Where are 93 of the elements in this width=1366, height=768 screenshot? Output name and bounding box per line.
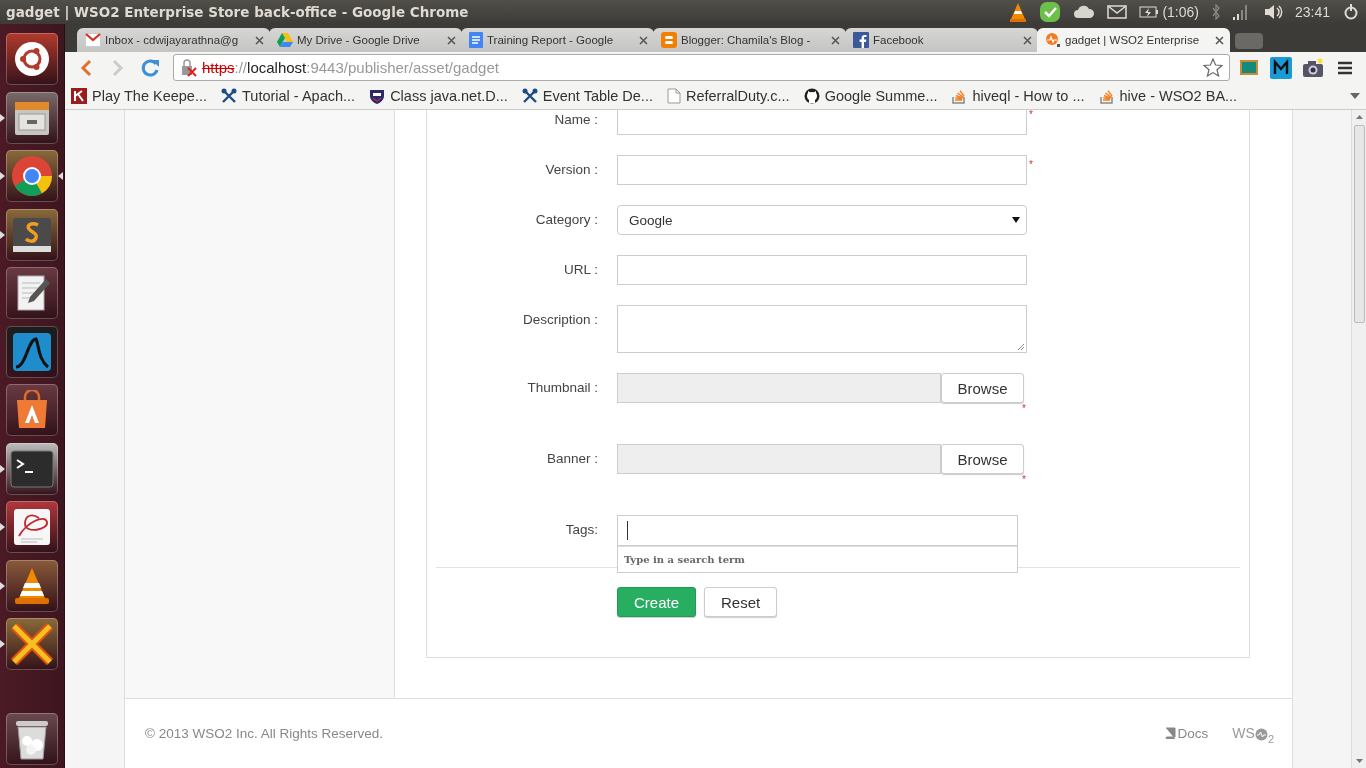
field-label: Tags: xyxy=(564,521,598,539)
bluetooth-icon[interactable] xyxy=(1210,4,1221,20)
browser-tab[interactable]: Blogger: Chamila's Blog - xyxy=(653,28,846,52)
required-mark: * xyxy=(1029,110,1033,120)
text-field[interactable] xyxy=(617,255,1027,285)
close-icon[interactable] xyxy=(639,35,648,45)
chevron-down-icon[interactable] xyxy=(1350,93,1360,99)
browser-tab[interactable]: gadget | WSO2 Enterprise xyxy=(1037,28,1230,52)
scroll-down-icon[interactable] xyxy=(1355,759,1363,763)
insecure-lock-icon xyxy=(180,58,198,77)
close-icon[interactable] xyxy=(1023,35,1032,45)
bookmark-link[interactable]: hiveql - How to ... xyxy=(951,88,1085,104)
field-label: Description : xyxy=(521,311,598,329)
battery-time[interactable]: (1:06) xyxy=(1162,4,1199,20)
stacked-lines-icon xyxy=(1098,88,1115,104)
cross-icon[interactable] xyxy=(10,622,54,667)
browser-tab[interactable]: Inbox - cdwijayarathna@g xyxy=(77,28,270,52)
scroll-thumb[interactable] xyxy=(1353,125,1365,323)
category-dropdown[interactable]: Google xyxy=(617,205,1027,235)
address-bar[interactable]: https://localhost:9443/publisher/asset/gadget xyxy=(173,54,1230,81)
scrollbar[interactable] xyxy=(1351,110,1366,768)
check-icon[interactable] xyxy=(1039,1,1062,23)
browse-button[interactable]: Browse xyxy=(941,444,1024,474)
cat-icon xyxy=(803,88,820,104)
logo-mark-icon xyxy=(1254,728,1268,741)
text-cursor xyxy=(627,521,628,540)
field-label: Name : xyxy=(553,111,598,129)
bookmark-link[interactable]: Google Summe... xyxy=(803,88,938,104)
document-icon xyxy=(469,32,483,48)
close-icon[interactable] xyxy=(447,35,456,45)
bookmark-link[interactable]: hive - WSO2 BA... xyxy=(1098,88,1238,104)
star-icon[interactable] xyxy=(1203,57,1223,78)
bookmark-link[interactable]: ReferralDuty.c... xyxy=(666,88,790,104)
fin-icon[interactable] xyxy=(11,330,53,373)
cloud-icon[interactable] xyxy=(1073,5,1096,19)
browse-button[interactable]: Browse xyxy=(941,373,1024,403)
volume-icon[interactable] xyxy=(1262,4,1283,20)
crossed-tools-icon xyxy=(221,88,237,104)
clock[interactable]: 23:41 xyxy=(1294,4,1330,20)
close-icon[interactable] xyxy=(255,35,264,45)
docs-link[interactable]: Docs xyxy=(1163,725,1209,741)
bookmark-icon xyxy=(71,88,87,104)
browser-tab[interactable]: My Drive - Google Drive xyxy=(269,28,462,52)
window-title: gadget | WSO2 Enterprise Store back-office - Google Chrome xyxy=(6,4,470,20)
stacked-lines-icon xyxy=(951,88,968,104)
reset-button[interactable]: Reset xyxy=(704,587,778,617)
mail-icon xyxy=(85,33,101,47)
back-icon[interactable] xyxy=(80,58,92,77)
scroll-up-icon[interactable] xyxy=(1355,115,1363,119)
shield-icon xyxy=(369,88,386,104)
blog-icon xyxy=(661,32,677,48)
page-icon xyxy=(666,88,681,104)
triangle-icon xyxy=(277,33,293,47)
caret-icon xyxy=(1012,217,1020,223)
field-label: Category : xyxy=(534,211,598,229)
bookmark-link[interactable]: Tutorial - Apach... xyxy=(221,88,356,104)
browser-tab[interactable]: Training Report - Google xyxy=(461,28,654,52)
book-icon xyxy=(1163,727,1176,739)
required-mark: * xyxy=(1022,474,1026,485)
resize-grip-icon[interactable] xyxy=(1017,343,1025,351)
mail-icon[interactable] xyxy=(1107,5,1128,19)
logo-text: 2 xyxy=(1267,733,1274,745)
bookmark-link[interactable]: Class java.net.D... xyxy=(369,88,508,104)
logo-text: WS xyxy=(1232,725,1255,741)
battery-icon[interactable] xyxy=(1139,6,1160,18)
screen-icon[interactable] xyxy=(1239,58,1259,77)
required-mark: * xyxy=(1022,403,1026,414)
gauge-icon xyxy=(1045,32,1061,48)
bookmark-link[interactable]: Event Table De... xyxy=(521,88,653,104)
field-label: Version : xyxy=(544,161,598,179)
close-icon[interactable] xyxy=(1215,35,1224,45)
required-mark: * xyxy=(1029,160,1033,170)
cone-icon[interactable] xyxy=(1009,2,1028,22)
field-label: Thumbnail : xyxy=(526,379,598,397)
suggestion-hint: Type in a search term xyxy=(624,554,745,565)
text-field[interactable] xyxy=(617,110,1027,135)
tile-icon[interactable] xyxy=(1270,56,1292,79)
crossed-tools-icon xyxy=(521,88,538,104)
tags-field[interactable] xyxy=(617,515,1018,546)
chrome-icon[interactable] xyxy=(10,154,54,199)
copyright-text: © 2013 WSO2 Inc. All Rights Reserved. xyxy=(145,725,385,741)
field-label: URL : xyxy=(563,261,598,279)
field-label: Banner : xyxy=(545,450,598,468)
close-icon[interactable] xyxy=(831,35,840,45)
text-field[interactable] xyxy=(617,155,1027,185)
menu-icon[interactable] xyxy=(1337,60,1353,75)
address-text: https://localhost:9443/publisher/asset/gadget xyxy=(202,59,500,76)
power-icon[interactable] xyxy=(1342,3,1360,21)
camera-icon[interactable] xyxy=(1302,57,1324,78)
browser-tab[interactable]: Facebook xyxy=(845,28,1038,52)
bookmark-link[interactable]: Play The Keepe... xyxy=(71,88,207,104)
social-icon xyxy=(853,32,869,48)
terminal-icon[interactable] xyxy=(10,449,54,488)
